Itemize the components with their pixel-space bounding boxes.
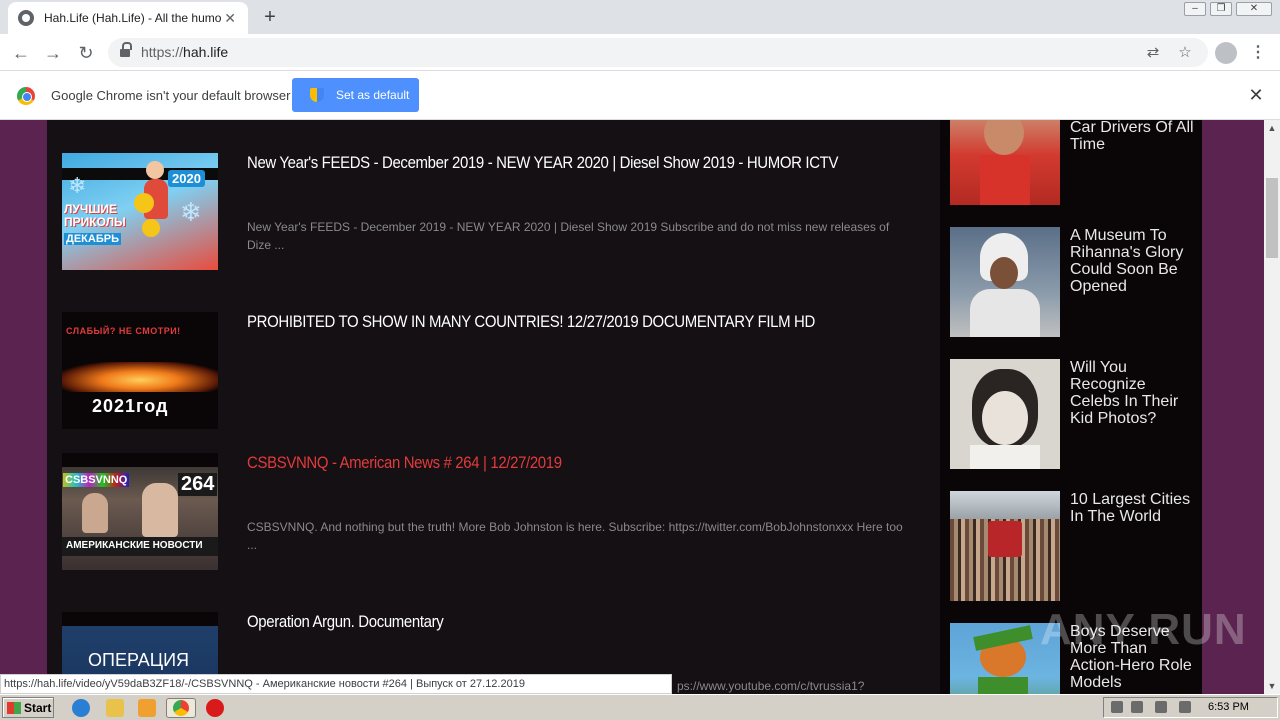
menu-icon[interactable]: ⋮ [1250,41,1266,65]
thumb-caption: СЛАБЫЙ? НЕ СМОТРИ! [66,326,181,336]
video-title[interactable]: New Year's FEEDS - December 2019 - NEW Y… [247,153,838,173]
windows-logo-icon [7,701,21,714]
thumb-caption-2: 2021год [92,396,169,416]
tab-title: Hah.Life (Hah.Life) - All the humor in [44,11,223,25]
snowflake-icon: ❄ [180,197,202,227]
emoji-icon [142,219,160,237]
globe-icon [18,10,34,26]
sidebar-thumbnail[interactable] [950,491,1060,601]
thumb-badge: 2020 [168,170,205,187]
thumb-caption: ЛУЧШИЕ ПРИКОЛЫ [64,202,126,229]
default-browser-infobar: Google Chrome isn't your default browser… [0,71,1280,120]
video-thumbnail[interactable]: 2020 ЛУЧШИЕ ПРИКОЛЫ ДЕКАБРЬ ❄ ❄ [62,153,218,270]
sidebar-title[interactable]: Will You Recognize Celebs In Their Kid P… [1070,359,1195,427]
scrollbar-thumb[interactable] [1266,178,1278,258]
start-button[interactable]: Start [2,697,54,718]
reload-icon[interactable]: ↻ [73,40,99,66]
sidebar-item[interactable]: A Museum To Rihanna's Glory Could Soon B… [950,227,1200,337]
scroll-down-icon[interactable]: ▼ [1264,678,1280,694]
sidebar-title[interactable]: Female Race Car Drivers Of All Time [1070,120,1195,153]
video-description: New Year's FEEDS - December 2019 - NEW Y… [247,220,890,252]
tab-active[interactable]: Hah.Life (Hah.Life) - All the humor in ✕ [8,2,248,34]
start-label: Start [24,700,52,715]
opera-icon[interactable] [206,699,224,717]
thumb-logo: CSBSVNNQ [63,473,130,487]
volume-icon[interactable] [1155,701,1167,713]
sidebar-title[interactable]: 10 Largest Cities In The World [1070,491,1195,525]
ie-icon[interactable] [72,699,90,717]
snowflake-icon: ❄ [68,173,87,198]
video-title[interactable]: Operation Argun. Documentary [247,612,444,632]
new-tab-button[interactable]: + [258,6,282,30]
star-icon[interactable]: ☆ [1176,44,1194,62]
sidebar-title[interactable]: A Museum To Rihanna's Glory Could Soon B… [1070,227,1195,295]
watermark-text: ANY RUN [1040,605,1247,654]
clock: 6:53 PM [1208,701,1249,713]
address-bar[interactable]: https://hah.life ⇄ ☆ [108,38,1208,67]
close-window-icon[interactable]: ✕ [1236,2,1272,16]
thumb-caption: ОПЕРАЦИЯ [88,650,190,670]
video-description: CSBSVNNQ. And nothing but the truth! Mor… [247,520,903,552]
network-icon[interactable] [1131,701,1143,713]
scroll-up-icon[interactable]: ▲ [1264,120,1280,136]
thumb-caption-2: АМЕРИКАНСКИЕ НОВОСТИ [66,540,203,551]
profile-avatar[interactable] [1215,42,1237,64]
video-thumbnail[interactable]: CSBSVNNQ 264 АМЕРИКАНСКИЕ НОВОСТИ [62,453,218,570]
tab-close-icon[interactable]: ✕ [222,10,238,26]
thumb-badge: 264 [178,473,218,496]
video-title[interactable]: CSBSVNNQ - American News # 264 | 12/27/2… [247,453,562,473]
tab-strip: Hah.Life (Hah.Life) - All the humor in ✕… [0,0,1280,34]
minimize-icon[interactable]: – [1184,2,1206,16]
url-text: https://hah.life [141,44,229,60]
sidebar-thumbnail[interactable] [950,227,1060,337]
tray-icon[interactable] [1111,701,1123,713]
browser-toolbar: ← → ↻ https://hah.life ⇄ ☆ ⋮ [0,34,1280,71]
emoji-icon [134,193,154,213]
set-default-button[interactable]: Set as default [292,78,419,112]
lock-icon [120,42,132,58]
media-player-icon[interactable] [138,699,156,717]
sidebar-thumbnail[interactable] [950,359,1060,469]
infobar-close-icon[interactable]: ✕ [1246,85,1266,105]
sidebar-item[interactable]: Female Race Car Drivers Of All Time [950,120,1200,205]
windows-taskbar: Start 6:53 PM [0,694,1280,720]
restore-icon[interactable]: ❐ [1210,2,1232,16]
web-page: 2020 ЛУЧШИЕ ПРИКОЛЫ ДЕКАБРЬ ❄ ❄ New Year… [0,120,1264,694]
status-url: https://hah.life/video/yV59daB3ZF18/-/CS… [0,674,672,694]
thumb-caption-2: ДЕКАБРЬ [64,233,121,245]
chrome-taskbar-button[interactable] [166,698,196,718]
infobar-message: Google Chrome isn't your default browser [51,88,291,103]
shield-icon [310,88,324,102]
chrome-icon [17,87,35,105]
set-default-label: Set as default [336,88,410,102]
flag-icon[interactable] [1179,701,1191,713]
back-icon[interactable]: ← [8,40,34,66]
video-thumbnail[interactable]: СЛАБЫЙ? НЕ СМОТРИ! 2021год [62,312,218,429]
video-title[interactable]: PROHIBITED TO SHOW IN MANY COUNTRIES! 12… [247,312,815,332]
video-description: ps://www.youtube.com/c/tvrussia1? [677,679,865,693]
translate-icon[interactable]: ⇄ [1144,44,1162,62]
sidebar-item[interactable]: 10 Largest Cities In The World [950,491,1200,601]
sidebar-item[interactable]: Will You Recognize Celebs In Their Kid P… [950,359,1200,469]
page-scrollbar[interactable]: ▲ ▼ [1264,120,1280,694]
sidebar-thumbnail[interactable] [950,120,1060,205]
forward-icon[interactable]: → [40,40,66,66]
explorer-icon[interactable] [106,699,124,717]
